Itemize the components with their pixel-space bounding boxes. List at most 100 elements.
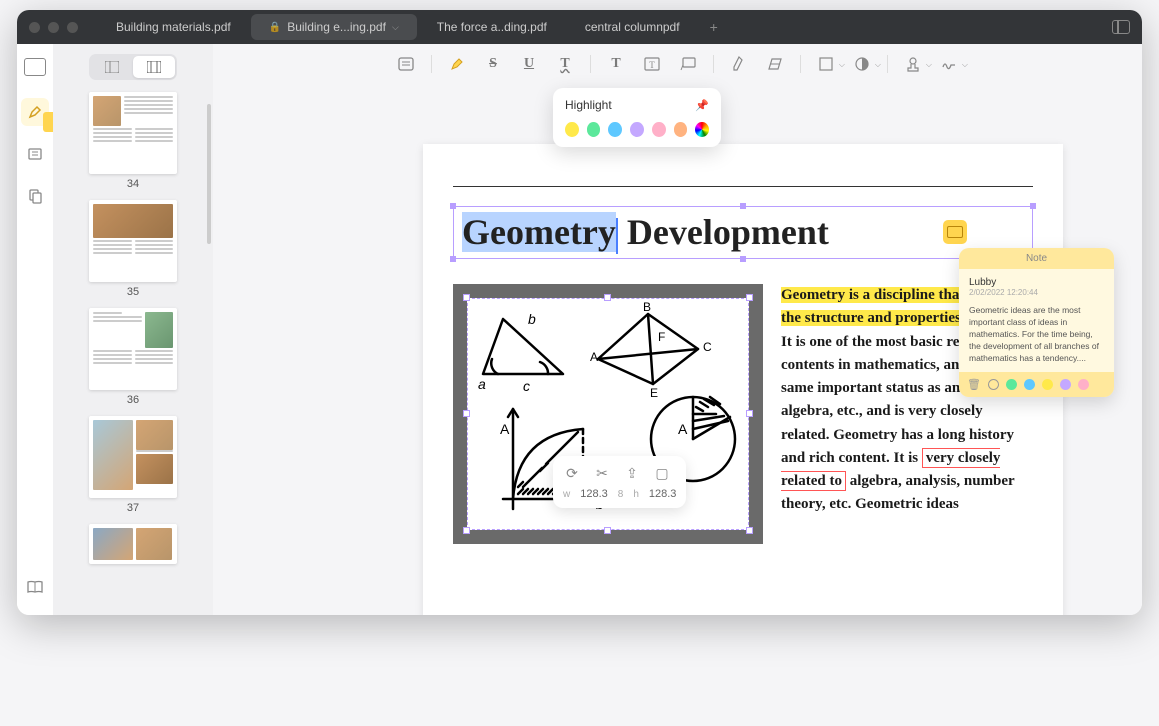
squiggly-icon[interactable]: T	[554, 53, 576, 75]
text-icon[interactable]: T	[605, 53, 627, 75]
resize-handle[interactable]	[746, 294, 753, 301]
note-color-none[interactable]	[988, 379, 999, 390]
titlebar-right	[1112, 20, 1130, 34]
h-value[interactable]: 128.3	[649, 488, 677, 500]
thumb-num: 34	[127, 178, 139, 190]
book-icon[interactable]	[21, 573, 49, 601]
h-label: h	[633, 489, 639, 500]
view-split[interactable]	[91, 56, 133, 78]
pen-icon[interactable]	[728, 53, 750, 75]
content-row: b a c B C A E F	[453, 284, 1033, 544]
textbox-icon[interactable]: T	[641, 53, 663, 75]
note-date: 2/02/2022 12:20:44	[969, 288, 1104, 297]
handle[interactable]	[740, 256, 746, 262]
handle[interactable]	[450, 256, 456, 262]
export-icon[interactable]: ⇪	[623, 464, 641, 482]
main-area: S U T T T Highlight 📌	[213, 44, 1142, 615]
color-custom[interactable]	[695, 122, 709, 137]
sidebar-scrollbar[interactable]	[207, 104, 211, 244]
handle[interactable]	[450, 203, 456, 209]
note-author: Lubby	[969, 277, 1104, 288]
note-header: Note	[959, 248, 1114, 269]
note-tool[interactable]	[21, 140, 49, 168]
svg-text:A: A	[500, 421, 510, 437]
highlighter-icon[interactable]	[446, 53, 468, 75]
note-color-blue[interactable]	[1024, 379, 1035, 390]
underline-icon[interactable]: U	[518, 53, 540, 75]
thumbnail-38[interactable]	[89, 524, 177, 564]
panel-toggle-icon[interactable]	[1112, 20, 1130, 34]
chevron-down-icon[interactable]: ⌵	[392, 22, 399, 33]
note-icon[interactable]	[395, 53, 417, 75]
thumbnail-37[interactable]	[89, 416, 177, 498]
resize-handle[interactable]	[746, 527, 753, 534]
tab-1[interactable]: 🔒 Building e...ing.pdf ⌵	[251, 14, 417, 40]
handle[interactable]	[740, 203, 746, 209]
resize-handle[interactable]	[463, 294, 470, 301]
tab-3[interactable]: central columnpdf	[567, 14, 698, 40]
note-color-pink[interactable]	[1078, 379, 1089, 390]
selected-text: Geometry	[462, 212, 616, 252]
figure-toolbar: ⟳ ✂ ⇪ ▢ w 128.3 8 h 128.3	[553, 456, 686, 508]
lock-icon: 🔒	[269, 22, 281, 33]
resize-handle[interactable]	[463, 410, 470, 417]
highlight-popup: Highlight 📌	[553, 88, 721, 147]
svg-text:F: F	[658, 330, 665, 344]
handle[interactable]	[1030, 203, 1036, 209]
stamp-icon[interactable]	[902, 53, 924, 75]
resize-handle[interactable]	[463, 527, 470, 534]
note-body: Lubby 2/02/2022 12:20:44 Geometric ideas…	[959, 269, 1114, 372]
trash-icon[interactable]: 🗑	[967, 378, 981, 391]
signature-icon[interactable]	[938, 53, 960, 75]
horizontal-rule	[453, 186, 1033, 187]
resize-handle[interactable]	[604, 527, 611, 534]
color-blue[interactable]	[608, 122, 622, 137]
resize-handle[interactable]	[604, 294, 611, 301]
body: 34 35 36 37 S	[17, 44, 1142, 615]
tab-strip: Building materials.pdf 🔒 Building e...in…	[98, 10, 1112, 44]
tab-2[interactable]: The force a..ding.pdf	[419, 14, 565, 40]
tab-label: Building e...ing.pdf	[287, 20, 386, 34]
max-dot[interactable]	[67, 22, 78, 33]
add-tab-button[interactable]: +	[700, 19, 728, 35]
page-title[interactable]: Geometry Development	[462, 212, 829, 252]
sticky-note-icon[interactable]	[943, 220, 967, 244]
thumb-num: 37	[127, 502, 139, 514]
titlebar: Building materials.pdf 🔒 Building e...in…	[17, 10, 1142, 44]
note-color-yellow[interactable]	[1042, 379, 1053, 390]
link-icon[interactable]: 8	[618, 489, 624, 500]
color-purple[interactable]	[630, 122, 644, 137]
thumbnail-36[interactable]	[89, 308, 177, 390]
note-text[interactable]: Geometric ideas are the most important c…	[969, 305, 1104, 364]
min-dot[interactable]	[48, 22, 59, 33]
dimensions: w 128.3 8 h 128.3	[563, 488, 676, 500]
svg-text:a: a	[478, 376, 486, 392]
note-color-green[interactable]	[1006, 379, 1017, 390]
color-green[interactable]	[587, 122, 601, 137]
note-footer: 🗑	[959, 372, 1114, 397]
clipboard-tool[interactable]	[21, 182, 49, 210]
frame-icon[interactable]: ▢	[653, 464, 671, 482]
view-grid[interactable]	[133, 56, 175, 78]
folder-icon[interactable]	[24, 58, 46, 76]
thumbnail-34[interactable]	[89, 92, 177, 174]
resize-handle[interactable]	[746, 410, 753, 417]
color-yellow[interactable]	[565, 122, 579, 137]
opacity-icon[interactable]	[851, 53, 873, 75]
close-dot[interactable]	[29, 22, 40, 33]
shape-icon[interactable]	[815, 53, 837, 75]
color-orange[interactable]	[674, 122, 688, 137]
rotate-icon[interactable]: ⟳	[563, 464, 581, 482]
tab-0[interactable]: Building materials.pdf	[98, 14, 249, 40]
color-pink[interactable]	[652, 122, 666, 137]
color-row	[565, 122, 709, 137]
strikethrough-icon[interactable]: S	[482, 53, 504, 75]
note-color-purple[interactable]	[1060, 379, 1071, 390]
callout-icon[interactable]	[677, 53, 699, 75]
crop-icon[interactable]: ✂	[593, 464, 611, 482]
pin-icon[interactable]: 📌	[695, 99, 709, 112]
eraser-icon[interactable]	[764, 53, 786, 75]
svg-text:B: B	[643, 300, 651, 314]
w-value[interactable]: 128.3	[580, 488, 608, 500]
thumbnail-35[interactable]	[89, 200, 177, 282]
